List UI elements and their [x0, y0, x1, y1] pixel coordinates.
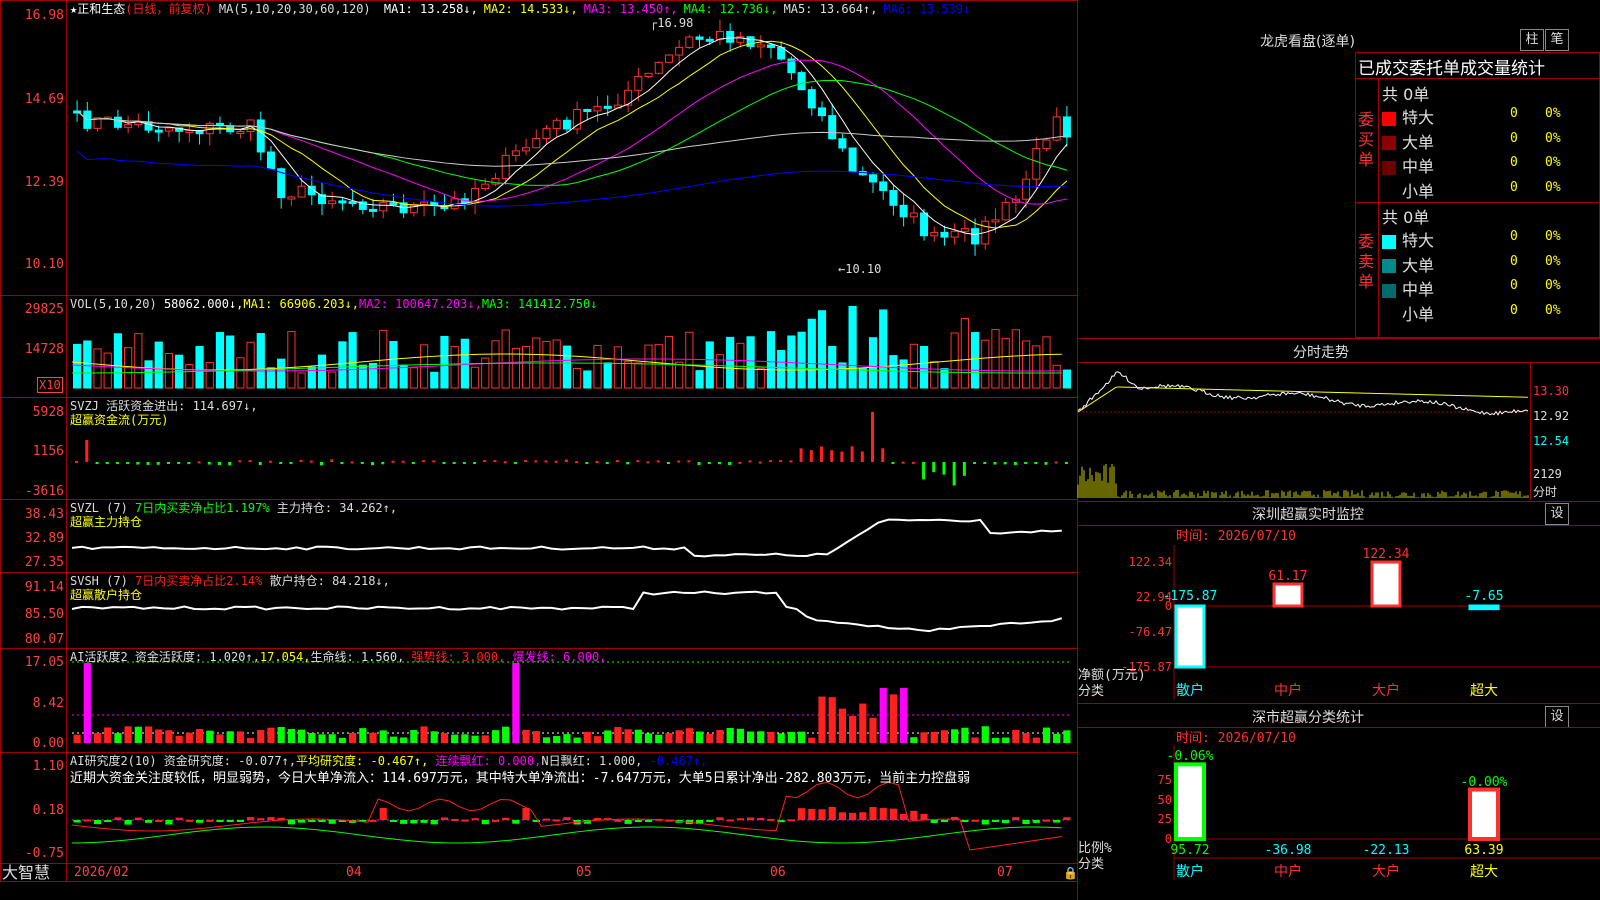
szcls-top-0: -0.06% — [1167, 749, 1214, 764]
szmon-bar-3 — [1468, 604, 1500, 611]
szcls-axis-1: 50 — [1158, 793, 1172, 807]
szcls-ylabel2: 分类 — [1078, 857, 1104, 872]
szcls-val-0: 95.72 — [1170, 843, 1209, 858]
right-bar-charts: 122.3422.940-76.47-175.87-175.87散户61.17中… — [1078, 545, 1600, 880]
szcls-cat-2: 大户 — [1372, 863, 1400, 880]
szcls-cat-0: 散户 — [1176, 863, 1204, 880]
szmon-val-2: 122.34 — [1363, 547, 1410, 562]
szmon-cat-1: 中户 — [1274, 682, 1302, 699]
szcls-cat-3: 超大 — [1470, 864, 1498, 880]
szmon-val-1: 61.17 — [1268, 569, 1307, 584]
szmon-bar-1 — [1272, 582, 1304, 608]
szcls-val-3: 63.39 — [1464, 843, 1503, 858]
szcls-val-1: -36.98 — [1265, 843, 1312, 858]
szmon-ylabel: 净额(万元) — [1078, 668, 1146, 683]
szmon-axis-3: -76.47 — [1129, 625, 1172, 639]
szmon-cat-3: 超大 — [1470, 683, 1498, 699]
szcls-ylabel: 比例% — [1078, 841, 1112, 856]
szcls-cat-1: 中户 — [1274, 863, 1302, 880]
szcls-val-2: -22.13 — [1363, 843, 1410, 858]
szcls-bar-3 — [1468, 787, 1500, 841]
szmon-val-3: -7.65 — [1464, 589, 1503, 604]
szmon-bar-2 — [1370, 560, 1402, 608]
szcls-bar-0 — [1174, 762, 1206, 841]
szmon-ylabel2: 分类 — [1078, 684, 1104, 699]
szmon-axis-0: 122.34 — [1129, 555, 1172, 569]
szmon-bar-0 — [1174, 604, 1206, 669]
szmon-val-0: -175.87 — [1163, 589, 1218, 604]
szcls-top-3: -0.00% — [1461, 775, 1508, 790]
szmon-cat-2: 大户 — [1372, 682, 1400, 699]
szcls-axis-2: 25 — [1158, 812, 1172, 826]
szcls-axis-0: 75 — [1158, 773, 1172, 787]
szmon-cat-0: 散户 — [1176, 682, 1204, 699]
